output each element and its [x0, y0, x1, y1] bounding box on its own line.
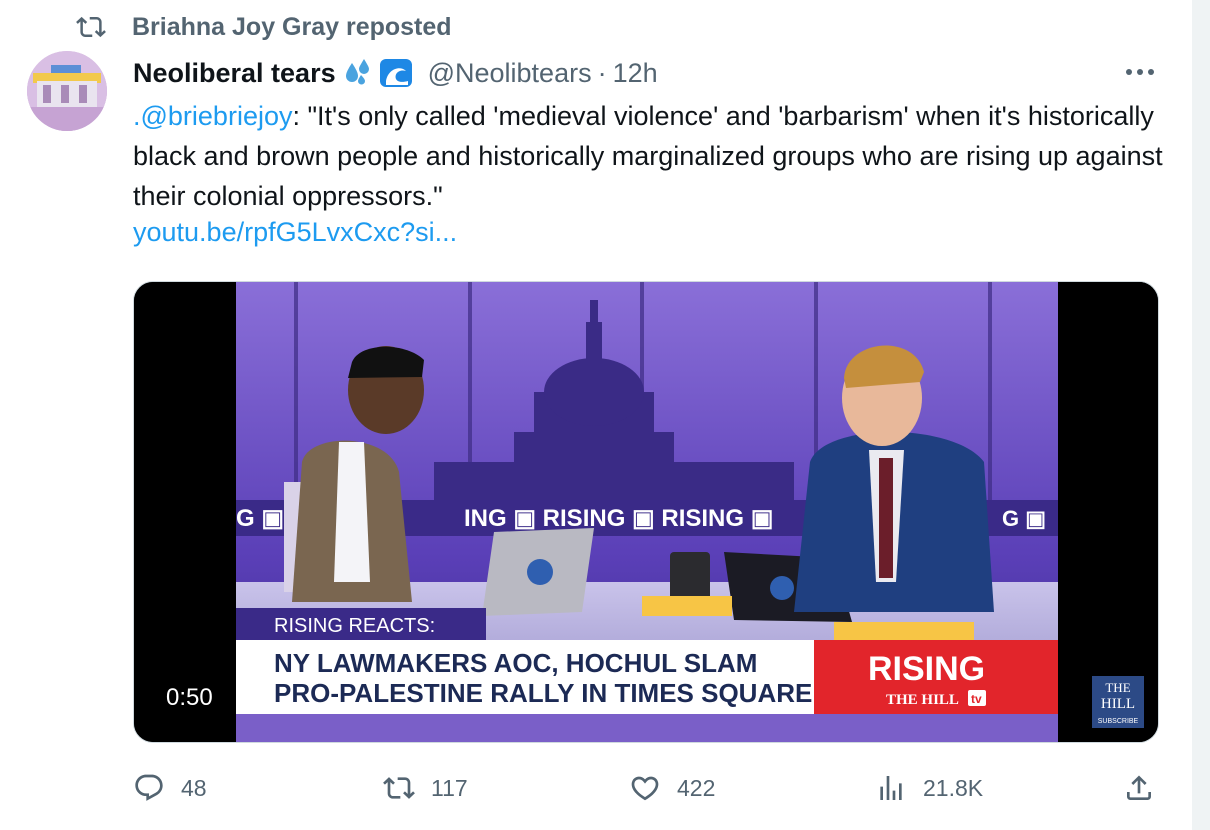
- repost-icon: [76, 16, 106, 38]
- video-frame: G ▣ ING ▣ RISING ▣ RISING ▣ G ▣ RISING R…: [134, 282, 1158, 742]
- tweet-time[interactable]: 12h: [613, 58, 658, 89]
- tweet-text: .@briebriejoy: "It's only called 'mediev…: [133, 96, 1173, 216]
- like-count: 422: [677, 774, 716, 801]
- rising-brand: RISING: [868, 650, 985, 688]
- droplets-wave-icon: [345, 59, 412, 87]
- lower-third-label: RISING REACTS:: [274, 615, 435, 637]
- separator-dot: ·: [597, 57, 607, 88]
- more-options-button[interactable]: [1120, 58, 1160, 86]
- tweet-header: Neoliberal tears @Neolibtears · 12h: [133, 53, 658, 93]
- repost-icon: [383, 777, 415, 799]
- video-player[interactable]: G ▣ ING ▣ RISING ▣ RISING ▣ G ▣ RISING R…: [133, 281, 1159, 743]
- tv-badge: tv: [971, 692, 982, 706]
- views-button[interactable]: 21.8K: [875, 768, 983, 808]
- reply-icon: [135, 774, 163, 801]
- heart-icon: [631, 776, 659, 801]
- headline-line2: PRO-PALESTINE RALLY IN TIMES SQUARE: [274, 678, 812, 708]
- avatar-image: [27, 51, 107, 131]
- repost-count: 117: [431, 774, 468, 801]
- mention-link[interactable]: .@briebriejoy: [133, 101, 292, 131]
- share-icon: [1127, 775, 1151, 800]
- share-button[interactable]: [1123, 768, 1171, 808]
- action-bar: 48 117 422 21.8K: [133, 768, 1163, 808]
- views-chart-icon: [880, 776, 902, 800]
- corner-logo-line2: HILL: [1101, 696, 1135, 712]
- video-duration: 0:50: [154, 681, 225, 715]
- repost-context[interactable]: Briahna Joy Gray reposted: [76, 10, 452, 44]
- views-count: 21.8K: [923, 774, 984, 801]
- like-button[interactable]: 422: [629, 768, 715, 808]
- backdrop-banner-text: ING ▣ RISING ▣ RISING ▣: [464, 505, 773, 532]
- avatar[interactable]: [27, 51, 107, 131]
- repost-context-text: Briahna Joy Gray reposted: [132, 12, 452, 41]
- backdrop-right-text: G ▣: [1002, 506, 1046, 531]
- reply-button[interactable]: 48: [133, 768, 207, 808]
- repost-button[interactable]: 117: [383, 768, 468, 808]
- more-dots-icon: [1126, 69, 1154, 75]
- name-emoji: [344, 57, 414, 89]
- the-hill-text: THE HILL: [886, 692, 959, 708]
- author-name[interactable]: Neoliberal tears: [133, 58, 336, 89]
- right-rail: [1192, 0, 1210, 830]
- author-handle[interactable]: @Neolibtears: [428, 58, 592, 89]
- headline-line1: NY LAWMAKERS AOC, HOCHUL SLAM: [274, 648, 757, 678]
- youtube-link[interactable]: youtu.be/rpfG5LvxCxc?si...: [133, 217, 457, 248]
- corner-logo-line1: THE: [1105, 680, 1130, 695]
- reply-count: 48: [181, 774, 207, 801]
- backdrop-left-text: G ▣: [236, 505, 284, 532]
- corner-logo-line3: SUBSCRIBE: [1098, 718, 1139, 725]
